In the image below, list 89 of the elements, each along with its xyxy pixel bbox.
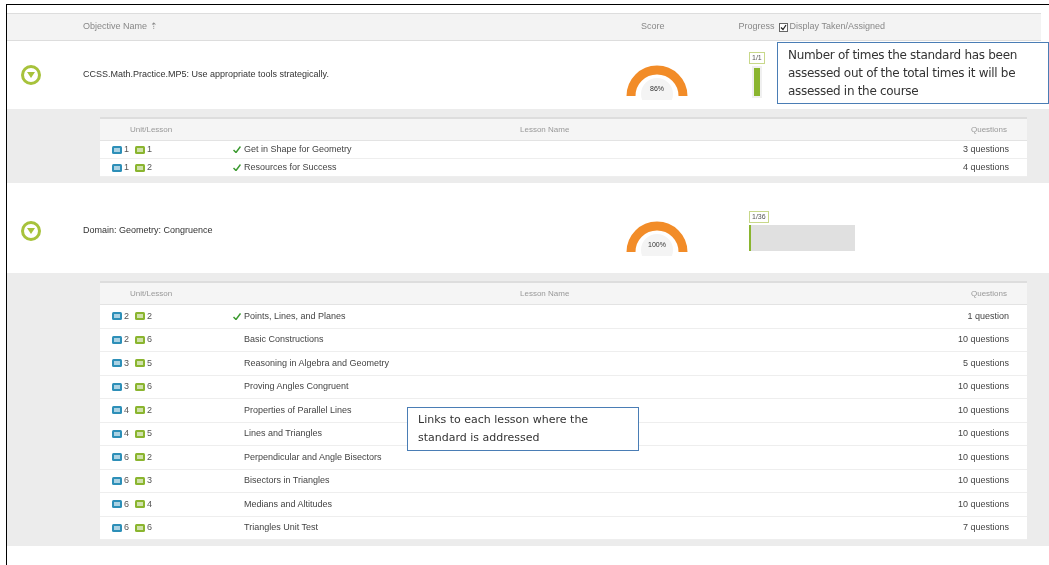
unit-number: 6 [124,497,130,511]
unit-number: 1 [124,142,130,156]
column-header: Progress [738,20,775,34]
lesson-link[interactable]: Proving Angles Congruent [244,380,349,394]
unit-number: 6 [124,521,130,534]
question-count: 10 questions [957,403,1009,417]
unit-icon [112,312,122,321]
lesson-link[interactable]: Reasoning in Algebra and Geometry [244,356,390,370]
lesson-number: 2 [147,450,153,464]
question-count: 7 questions [962,521,1009,534]
column-header: Questions [970,123,1007,136]
lesson-link[interactable]: Resources for Success [244,160,337,175]
lesson-link[interactable]: Basic Constructions [244,333,324,347]
lesson-link[interactable]: Perpendicular and Angle Bisectors [244,450,382,464]
caret-icon [27,72,35,78]
lesson-number: 5 [147,356,153,370]
expand-toggle[interactable] [21,65,41,85]
lesson-number: 4 [147,497,153,511]
expand-toggle[interactable] [21,221,41,241]
lesson-number: 2 [147,160,153,174]
lesson-link[interactable]: Points, Lines, and Planes [244,309,346,323]
annotation-callout: Number of times the standard has been assessed out of the total times it will be assessed in the course [777,42,1049,104]
unit-number: 6 [124,474,130,487]
question-count: 5 questions [962,356,1009,370]
lesson-link[interactable]: Lines and Triangles [244,427,323,441]
lesson-icon [135,429,145,438]
lesson-icon [135,312,145,321]
question-count: 1 question [967,309,1009,323]
lesson-icon [135,406,145,415]
lesson-icon [135,335,145,344]
lesson-icon [135,453,145,462]
lesson-icon [135,359,145,368]
column-header: Score [641,20,665,34]
unit-number: 6 [124,450,130,464]
unit-icon [112,163,122,172]
column-header: Unit/Lesson [130,287,174,300]
column-header: Questions [970,287,1007,300]
question-count: 10 questions [957,474,1009,487]
lesson-link[interactable]: Triangles Unit Test [244,521,319,535]
question-count: 10 questions [957,450,1009,464]
annotation-callout: Links to each lesson where the standard is addressed [407,407,639,451]
unit-number: 4 [124,403,130,417]
lesson-number: 2 [147,403,153,417]
caret-icon [27,228,35,234]
unit-number: 2 [124,309,130,323]
lesson-icon [135,145,145,154]
lesson-number: 5 [147,427,153,440]
question-count: 10 questions [957,333,1009,346]
question-count: 10 questions [957,427,1009,440]
column-header: Lesson Name [520,287,571,300]
unit-number: 3 [124,356,130,370]
unit-icon [112,429,122,438]
unit-number: 2 [124,333,130,346]
lesson-number: 6 [147,333,153,346]
lesson-number: 6 [147,521,153,534]
unit-icon [112,476,122,485]
lesson-number: 2 [147,309,153,323]
lesson-link[interactable]: Bisectors in Triangles [244,474,330,488]
unit-icon [112,523,122,532]
unit-icon [112,500,122,509]
lesson-icon [135,476,145,485]
checkmark-icon [779,23,787,31]
question-count: 4 questions [962,160,1009,174]
lesson-link[interactable]: Get in Shape for Geometry [244,142,352,157]
unit-icon [112,359,122,368]
lesson-number: 3 [147,474,153,487]
lesson-number: 6 [147,380,153,393]
unit-number: 1 [124,160,130,174]
question-count: 10 questions [957,380,1009,393]
lesson-link[interactable]: Properties of Parallel Lines [244,403,352,417]
question-count: 10 questions [957,497,1009,511]
column-header: Unit/Lesson [130,123,174,136]
unit-icon [112,145,122,154]
unit-icon [112,406,122,415]
objective-name: CCSS.Math.Practice.MP5: Use appropriate tools strategically. [83,68,330,82]
lesson-icon [135,382,145,391]
unit-icon [112,382,122,391]
column-header: Lesson Name [520,123,571,136]
unit-number: 3 [124,380,130,393]
lesson-icon [135,500,145,509]
lesson-icon [135,163,145,172]
lesson-link[interactable]: Medians and Altitudes [244,497,333,511]
objective-name: Domain: Geometry: Congruence [83,224,214,238]
unit-icon [112,453,122,462]
lesson-icon [135,523,145,532]
unit-icon [112,335,122,344]
unit-number: 4 [124,427,130,440]
lesson-number: 1 [147,142,153,156]
question-count: 3 questions [962,142,1009,156]
